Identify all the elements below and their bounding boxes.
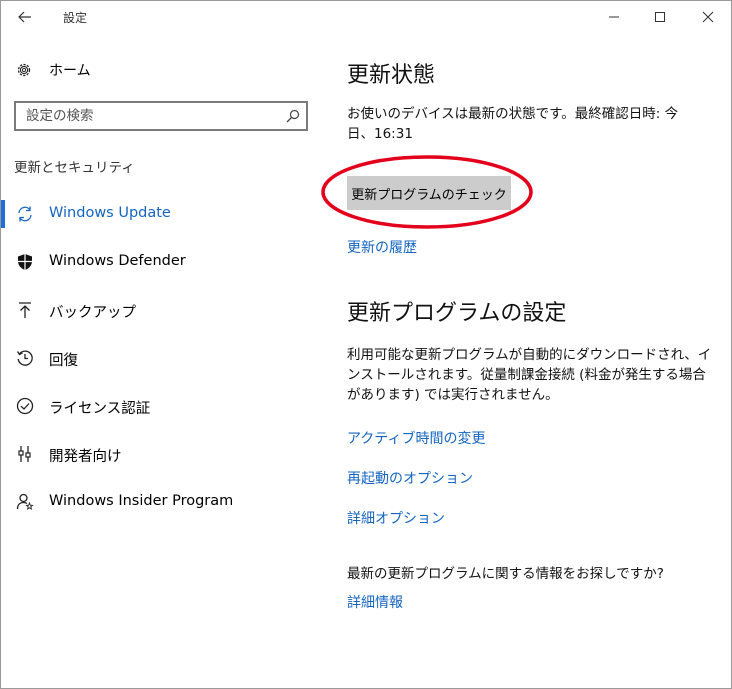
- sidebar-section-heading: 更新とセキュリティ: [14, 160, 135, 176]
- selected-indicator: [1, 200, 5, 228]
- search-input[interactable]: [26, 107, 276, 125]
- change-active-hours-link[interactable]: アクティブ時間の変更: [347, 428, 485, 448]
- sidebar-item-windows-defender[interactable]: Windows Defender: [1, 244, 319, 280]
- maximize-button[interactable]: [637, 1, 683, 33]
- upload-arrow-icon: [19, 302, 31, 318]
- close-button[interactable]: [685, 1, 731, 33]
- window-title: 設定: [63, 11, 88, 25]
- history-icon: [16, 350, 33, 366]
- insider-person-icon: [16, 493, 34, 510]
- back-button[interactable]: [9, 3, 41, 31]
- info-question: 最新の更新プログラムに関する情報をお探しですか?: [347, 566, 664, 582]
- maximize-icon: [655, 12, 665, 22]
- home-nav[interactable]: ホーム: [15, 59, 91, 81]
- sidebar-item-label: Windows Insider Program: [49, 493, 234, 509]
- learn-more-link[interactable]: 詳細情報: [347, 592, 403, 612]
- close-icon: [702, 11, 714, 23]
- search-icon[interactable]: [286, 109, 300, 123]
- settings-heading: 更新プログラムの設定: [347, 301, 567, 326]
- restart-options-link[interactable]: 再起動のオプション: [347, 468, 473, 488]
- sidebar-item-windows-update[interactable]: Windows Update: [1, 196, 319, 232]
- sidebar-item-backup[interactable]: バックアップ: [1, 292, 319, 328]
- home-label: ホーム: [49, 63, 91, 79]
- status-heading: 更新状態: [347, 63, 436, 88]
- update-history-link[interactable]: 更新の履歴: [347, 237, 417, 257]
- developer-tools-icon: [18, 446, 31, 462]
- status-text: お使いのデバイスは最新の状態です。最終確認日時: 今日、16:31: [347, 106, 679, 142]
- check-for-updates-button[interactable]: 更新プログラムのチェック: [347, 176, 511, 210]
- back-arrow-icon: [18, 11, 31, 23]
- advanced-options-link[interactable]: 詳細オプション: [347, 508, 445, 528]
- title-bar: 設定: [1, 1, 731, 33]
- check-circle-icon: [16, 397, 34, 415]
- sidebar-item-recovery[interactable]: 回復: [1, 340, 319, 376]
- shield-icon: [18, 254, 32, 270]
- sidebar-item-windows-insider-program[interactable]: Windows Insider Program: [1, 484, 319, 520]
- sidebar-item-label: ライセンス認証: [49, 401, 151, 417]
- sidebar-item-label: Windows Defender: [49, 253, 186, 269]
- sidebar-item-for-developers[interactable]: 開発者向け: [1, 436, 319, 472]
- minimize-button[interactable]: [591, 1, 637, 33]
- sidebar-item-label: 回復: [49, 353, 78, 369]
- sidebar-item-label: 開発者向け: [49, 449, 122, 465]
- settings-search-box[interactable]: [14, 101, 308, 131]
- minimize-icon: [609, 16, 619, 18]
- settings-text: 利用可能な更新プログラムが自動的にダウンロードされ、インストールされます。従量制…: [347, 347, 712, 403]
- settings-window: 設定 ホーム 更新とセキュリティ W: [0, 0, 732, 689]
- gear-icon: [17, 63, 31, 77]
- sidebar-item-label: Windows Update: [49, 205, 171, 221]
- sync-icon: [18, 206, 32, 222]
- sidebar-item-activation[interactable]: ライセンス認証: [1, 388, 319, 424]
- sidebar-item-label: バックアップ: [49, 305, 136, 321]
